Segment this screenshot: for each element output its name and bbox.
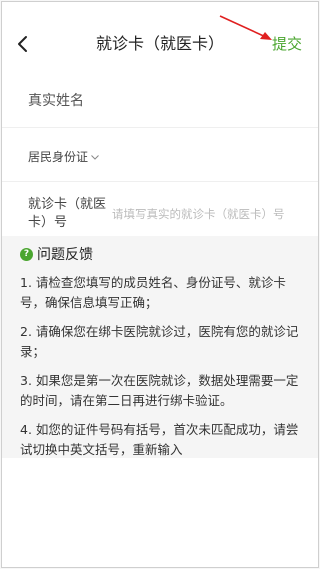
faq-item: 2. 请确保您在绑卡医院就诊过，医院有您的就诊记录； [20, 324, 299, 359]
annotation-arrow-icon [219, 15, 272, 40]
faq-title: 问题反馈 [37, 247, 93, 263]
bind-card-form: 居民身份证 就诊卡（就医卡）号 [2, 72, 318, 246]
faq-item: 1. 请检查您填写的成员姓名、身份证号、就诊卡号，确保信息填写正确； [20, 275, 286, 310]
id-type-selected: 居民身份证 [28, 150, 89, 164]
card-number-label: 就诊卡（就医卡）号 [28, 197, 107, 230]
faq-section: ? 问题反馈 1. 请检查您填写的成员姓名、身份证号、就诊卡号，确保信息填写正确… [2, 236, 318, 458]
screen: 就诊卡（就医卡） 提交 居民身份证 就诊卡（就医卡）号 ? 问题反馈 [1, 1, 319, 568]
faq-item: 3. 如果您是第一次在医院就诊，数据处理需要一定的时间，请在第二日再进行绑卡验证… [20, 373, 299, 408]
submit-button[interactable]: 提交 [272, 34, 302, 54]
chevron-down-icon [91, 154, 99, 160]
card-number-input[interactable] [112, 205, 312, 223]
id-type-row: 居民身份证 [2, 128, 318, 182]
real-name-input[interactable] [28, 90, 298, 112]
name-row [2, 72, 318, 128]
id-type-dropdown[interactable]: 居民身份证 [28, 148, 100, 165]
faq-item: 4. 如您的证件号码有括号，首次未匹配成功，请尝试切换中英文括号，重新输入 [20, 422, 299, 457]
back-arrow-icon[interactable] [12, 33, 34, 55]
faq-header: ? 问题反馈 [20, 244, 300, 264]
question-icon: ? [20, 247, 33, 261]
